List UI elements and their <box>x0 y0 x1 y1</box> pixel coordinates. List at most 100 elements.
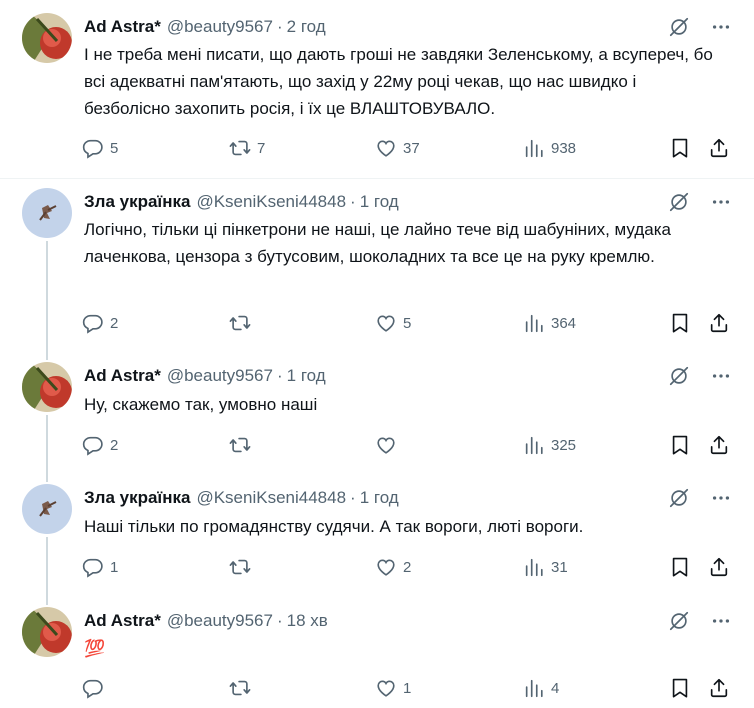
avatar[interactable] <box>22 13 72 63</box>
views-button[interactable]: 4 <box>523 676 559 700</box>
tweet[interactable]: Зла українка @KseniKseni44848 · 1 год На… <box>0 471 754 591</box>
views-icon <box>523 137 545 159</box>
bookmark-button[interactable] <box>669 555 691 579</box>
like-button[interactable]: 1 <box>375 676 411 700</box>
grok-icon[interactable] <box>668 16 690 38</box>
avatar[interactable] <box>22 362 72 412</box>
timestamp[interactable]: 2 год <box>287 17 326 37</box>
like-icon <box>375 556 397 578</box>
tweet-header: Ad Astra* @beauty9567 · 2 год <box>84 16 326 38</box>
like-button[interactable]: 2 <box>375 555 411 579</box>
reply-button[interactable]: 5 <box>82 136 118 160</box>
user-handle[interactable]: @beauty9567 <box>167 17 273 37</box>
like-button[interactable]: 5 <box>375 311 411 335</box>
timestamp[interactable]: 1 год <box>360 488 399 508</box>
grok-icon[interactable] <box>668 365 690 387</box>
bookmark-button[interactable] <box>669 136 691 160</box>
like-button[interactable] <box>375 433 403 457</box>
like-count: 2 <box>403 558 412 576</box>
grok-icon[interactable] <box>668 487 690 509</box>
bookmark-icon <box>669 312 691 334</box>
reply-button[interactable]: 2 <box>82 311 118 335</box>
repost-button[interactable]: 7 <box>229 136 265 160</box>
tweet-text: Ну, скажемо так, умовно наші <box>84 395 318 414</box>
repost-button[interactable] <box>229 433 257 457</box>
tweet[interactable]: Ad Astra* @beauty9567 · 1 год Ну, скажем… <box>0 349 754 469</box>
user-name[interactable]: Зла українка <box>84 192 190 212</box>
share-button[interactable] <box>708 311 730 335</box>
timestamp[interactable]: 18 хв <box>287 611 328 631</box>
user-name[interactable]: Зла українка <box>84 488 190 508</box>
more-icon[interactable] <box>710 191 732 213</box>
user-handle[interactable]: @beauty9567 <box>167 611 273 631</box>
share-button[interactable] <box>708 555 730 579</box>
views-count: 31 <box>551 558 568 576</box>
like-count: 37 <box>403 139 420 157</box>
views-count: 938 <box>551 139 577 157</box>
repost-button[interactable] <box>229 676 257 700</box>
share-button[interactable] <box>708 676 730 700</box>
user-handle[interactable]: @KseniKseni44848 <box>196 488 346 508</box>
avatar[interactable] <box>22 607 72 657</box>
separator-dot: · <box>276 366 283 385</box>
grok-icon[interactable] <box>668 191 690 213</box>
separator-dot: · <box>350 488 356 507</box>
like-count: 1 <box>403 679 412 697</box>
reply-button[interactable] <box>82 676 110 700</box>
reply-button[interactable]: 2 <box>82 433 118 457</box>
more-icon[interactable] <box>710 16 732 38</box>
views-icon <box>523 677 545 699</box>
tweet-header: Ad Astra* @beauty9567 · 18 хв <box>84 610 328 632</box>
bookmark-icon <box>669 434 691 456</box>
timestamp[interactable]: 1 год <box>287 366 326 386</box>
bookmark-button[interactable] <box>669 433 691 457</box>
tweet-header: Зла українка @KseniKseni44848 · 1 год <box>84 191 399 213</box>
reply-button[interactable]: 1 <box>82 555 118 579</box>
tweet-header: Ad Astra* @beauty9567 · 1 год <box>84 365 326 387</box>
more-icon[interactable] <box>710 365 732 387</box>
like-button[interactable]: 37 <box>375 136 420 160</box>
user-handle[interactable]: @beauty9567 <box>167 366 273 386</box>
separator-dot: · <box>276 17 283 36</box>
timestamp[interactable]: 1 год <box>360 192 399 212</box>
repost-button[interactable] <box>229 555 257 579</box>
user-name[interactable]: Ad Astra* <box>84 611 161 631</box>
share-icon <box>708 556 730 578</box>
grok-icon[interactable] <box>668 610 690 632</box>
share-button[interactable] <box>708 136 730 160</box>
action-bar: 2 5 364 <box>82 311 732 335</box>
user-name[interactable]: Ad Astra* <box>84 366 161 386</box>
repost-button[interactable] <box>229 311 257 335</box>
bookmark-button[interactable] <box>669 676 691 700</box>
user-handle[interactable]: @KseniKseni44848 <box>196 192 346 212</box>
repost-count: 7 <box>257 139 266 157</box>
action-bar: 1 4 <box>82 676 732 700</box>
separator-dot: · <box>276 611 283 630</box>
more-icon[interactable] <box>710 610 732 632</box>
bookmark-icon <box>669 677 691 699</box>
views-icon <box>523 312 545 334</box>
tweet[interactable]: Ad Astra* @beauty9567 · 18 хв 💯 1 4 <box>0 594 754 708</box>
views-button[interactable]: 938 <box>523 136 576 160</box>
user-name[interactable]: Ad Astra* <box>84 17 161 37</box>
share-icon <box>708 312 730 334</box>
tweet[interactable]: Ad Astra* @beauty9567 · 2 год І не треба… <box>0 0 754 178</box>
share-button[interactable] <box>708 433 730 457</box>
tweet-text: І не треба мені писати, що дають гроші н… <box>84 45 713 118</box>
views-button[interactable]: 31 <box>523 555 568 579</box>
bookmark-button[interactable] <box>669 311 691 335</box>
views-button[interactable]: 364 <box>523 311 576 335</box>
avatar[interactable] <box>22 484 72 534</box>
views-button[interactable]: 325 <box>523 433 576 457</box>
reply-icon <box>82 434 104 456</box>
share-icon <box>708 677 730 699</box>
more-icon[interactable] <box>710 487 732 509</box>
action-bar: 2 325 <box>82 433 732 457</box>
repost-icon <box>229 137 251 159</box>
like-icon <box>375 312 397 334</box>
views-count: 325 <box>551 436 577 454</box>
bookmark-icon <box>669 137 691 159</box>
avatar[interactable] <box>22 188 72 238</box>
tweet[interactable]: Зла українка @KseniKseni44848 · 1 год Ло… <box>0 175 754 350</box>
share-icon <box>708 137 730 159</box>
